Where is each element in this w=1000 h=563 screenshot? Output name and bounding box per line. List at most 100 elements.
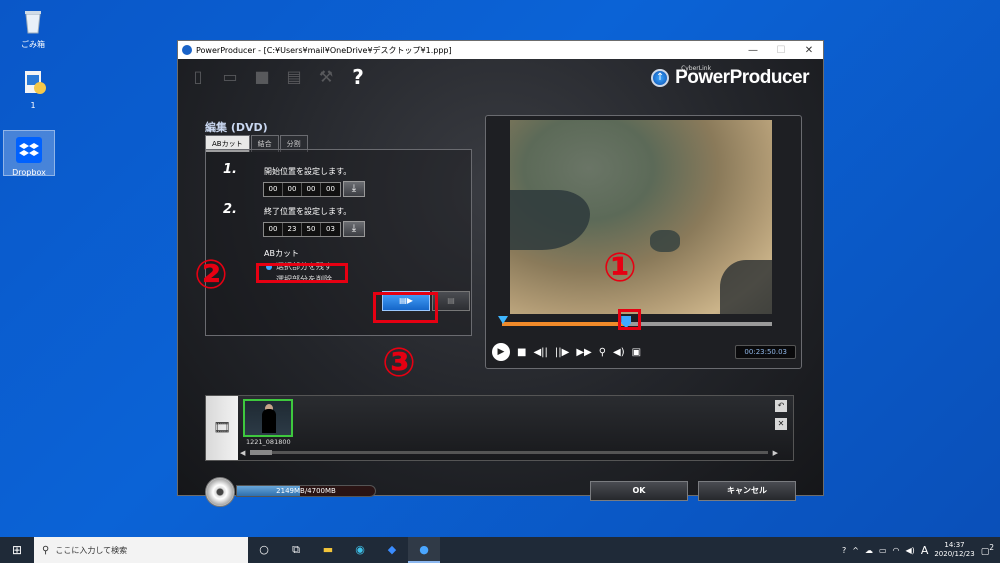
network-icon[interactable]: ▭ bbox=[879, 546, 887, 555]
windows-start-icon[interactable]: ⊞ bbox=[0, 543, 34, 557]
dropbox-icon bbox=[16, 137, 42, 163]
capture-icon[interactable]: ▣ bbox=[632, 347, 641, 358]
set-end-button[interactable]: ⤓ bbox=[343, 221, 365, 237]
chevron-up-icon[interactable]: ^ bbox=[852, 546, 859, 555]
save-icon[interactable]: ■ bbox=[252, 67, 272, 87]
annotation-number-3: ③ bbox=[382, 340, 416, 386]
stop-button[interactable]: ■ bbox=[517, 347, 526, 358]
start-frames[interactable]: 00 bbox=[321, 183, 340, 196]
step-2-label: 終了位置を設定します。 bbox=[264, 207, 352, 216]
brand-cyberlink: CyberLink bbox=[681, 65, 712, 72]
scroll-right-icon[interactable]: ▶ bbox=[768, 449, 778, 457]
timecode-display: 00:23:50.03 bbox=[735, 345, 796, 359]
step-3-label: ABカット bbox=[264, 249, 299, 258]
help-tray-icon[interactable]: ? bbox=[842, 546, 846, 555]
clock-date: 2020/12/23 bbox=[934, 550, 975, 558]
project-file-icon bbox=[25, 71, 46, 94]
toolbar: ▯ ▭ ■ ▤ ⚒ ? bbox=[188, 67, 368, 87]
search-placeholder: ここに入力して検索 bbox=[55, 545, 128, 555]
annotation-box-keep-option bbox=[256, 263, 348, 283]
end-time-field[interactable]: 00 23 50 03 bbox=[263, 222, 341, 237]
file-explorer-icon[interactable]: ▬ bbox=[312, 537, 344, 563]
minimize-button[interactable]: — bbox=[739, 45, 767, 56]
open-folder-icon[interactable]: ▭ bbox=[220, 67, 240, 87]
start-minutes[interactable]: 00 bbox=[283, 183, 302, 196]
clock-time: 14:37 bbox=[944, 541, 965, 549]
playback-controls: ▶ ■ ◀|| ||▶ ▶▶ ⚲ ◀) ▣ 00:23:50.03 bbox=[492, 342, 796, 362]
task-view-icon[interactable]: ⧉ bbox=[280, 537, 312, 563]
help-icon[interactable]: ? bbox=[348, 67, 368, 87]
close-button[interactable]: ✕ bbox=[795, 45, 823, 56]
window-titlebar[interactable]: PowerProducer - [C:¥Users¥mail¥OneDrive¥… bbox=[178, 41, 823, 59]
cortana-icon[interactable]: ○ bbox=[248, 537, 280, 563]
delete-clip-icon[interactable]: ✕ bbox=[775, 418, 787, 430]
tools-icon[interactable]: ⚒ bbox=[316, 67, 336, 87]
clip-timeline: 🎞 1221_081800 ◀ ▶ ↶ ✕ bbox=[205, 395, 794, 461]
cancel-button[interactable]: キャンセル bbox=[698, 481, 796, 501]
undo-icon[interactable]: ↶ bbox=[775, 400, 787, 412]
step-2-number: 2. bbox=[223, 202, 237, 217]
step-1-label: 開始位置を設定します。 bbox=[264, 167, 352, 176]
timeline-scrollbar[interactable]: ◀ ▶ bbox=[240, 448, 778, 457]
start-marker[interactable] bbox=[498, 316, 508, 324]
taskbar-search[interactable]: ⚲ ここに入力して検索 bbox=[34, 537, 248, 563]
ime-indicator[interactable]: A bbox=[921, 544, 929, 557]
disc-capacity-text: 2149MB/4700MB bbox=[276, 487, 336, 495]
edge-icon[interactable]: ◉ bbox=[344, 537, 376, 563]
annotation-number-2: ② bbox=[194, 252, 228, 298]
end-hours[interactable]: 00 bbox=[264, 223, 283, 236]
app-icon bbox=[182, 45, 192, 55]
end-frames[interactable]: 03 bbox=[321, 223, 340, 236]
powerproducer-taskbar-icon[interactable]: ● bbox=[408, 537, 440, 563]
clip-thumbnail[interactable] bbox=[243, 399, 293, 437]
system-tray: ? ^ ☁ ▭ ◠ ◀) A 14:37 2020/12/23 ▢2 bbox=[842, 541, 1000, 559]
notification-count: 2 bbox=[989, 543, 994, 552]
start-time-field[interactable]: 00 00 00 00 bbox=[263, 182, 341, 197]
search-icon: ⚲ bbox=[42, 544, 50, 556]
edit-panel-title: 編集 (DVD) bbox=[205, 121, 268, 134]
cloud-icon[interactable]: ☁ bbox=[865, 546, 873, 555]
clip-label: 1221_081800 bbox=[246, 438, 291, 446]
desktop-icon-label: ごみ箱 bbox=[21, 40, 45, 49]
desktop-icon-label: 1 bbox=[30, 101, 36, 110]
desktop-icon-file-1[interactable]: 1 bbox=[7, 68, 59, 110]
wifi-icon[interactable]: ◠ bbox=[893, 546, 900, 555]
set-start-button[interactable]: ⤓ bbox=[343, 181, 365, 197]
start-seconds[interactable]: 00 bbox=[302, 183, 321, 196]
annotation-box-playhead bbox=[618, 309, 641, 330]
desktop-icon-dropbox[interactable]: Dropbox bbox=[3, 130, 55, 177]
disc-capacity-bar: 2149MB/4700MB bbox=[236, 485, 376, 497]
prev-frame-button[interactable]: ◀|| bbox=[533, 347, 547, 358]
snapshot-icon[interactable]: ⚲ bbox=[599, 347, 606, 358]
fast-forward-button[interactable]: ▶▶ bbox=[576, 347, 591, 358]
step-1-number: 1. bbox=[223, 162, 237, 177]
video-preview bbox=[510, 120, 772, 314]
maximize-button[interactable]: ☐ bbox=[767, 45, 795, 56]
seek-bar-fill bbox=[502, 322, 627, 326]
window-title: PowerProducer - [C:¥Users¥mail¥OneDrive¥… bbox=[196, 45, 452, 55]
powerproducer-logo-icon: ↑ bbox=[651, 69, 670, 87]
end-seconds[interactable]: 50 bbox=[302, 223, 321, 236]
film-strip-icon: 🎞 bbox=[206, 396, 238, 460]
recycle-bin-icon bbox=[25, 11, 41, 34]
taskbar: ⊞ ⚲ ここに入力して検索 ○ ⧉ ▬ ◉ ◆ ● ? ^ ☁ ▭ ◠ ◀) A… bbox=[0, 537, 1000, 563]
ok-button[interactable]: OK bbox=[590, 481, 688, 501]
end-minutes[interactable]: 23 bbox=[283, 223, 302, 236]
new-file-icon[interactable]: ▯ bbox=[188, 67, 208, 87]
desktop-icon-recycle-bin[interactable]: ごみ箱 bbox=[7, 6, 59, 50]
play-button[interactable]: ▶ bbox=[492, 343, 510, 361]
notification-icon[interactable]: ▢2 bbox=[981, 543, 994, 557]
desktop-icon-label: Dropbox bbox=[12, 168, 46, 177]
brand-logo: ↑ CyberLink PowerProducer bbox=[651, 65, 809, 89]
scroll-left-icon[interactable]: ◀ bbox=[240, 449, 250, 457]
next-frame-button[interactable]: ||▶ bbox=[555, 347, 569, 358]
dropbox-taskbar-icon[interactable]: ◆ bbox=[376, 537, 408, 563]
start-hours[interactable]: 00 bbox=[264, 183, 283, 196]
volume-icon[interactable]: ◀) bbox=[613, 347, 625, 358]
disc-icon bbox=[205, 477, 235, 507]
volume-tray-icon[interactable]: ◀) bbox=[906, 546, 915, 555]
annotation-number-1: ① bbox=[603, 245, 637, 291]
save-as-icon[interactable]: ▤ bbox=[284, 67, 304, 87]
scrollbar-thumb[interactable] bbox=[250, 450, 272, 455]
clock[interactable]: 14:37 2020/12/23 bbox=[934, 541, 974, 559]
